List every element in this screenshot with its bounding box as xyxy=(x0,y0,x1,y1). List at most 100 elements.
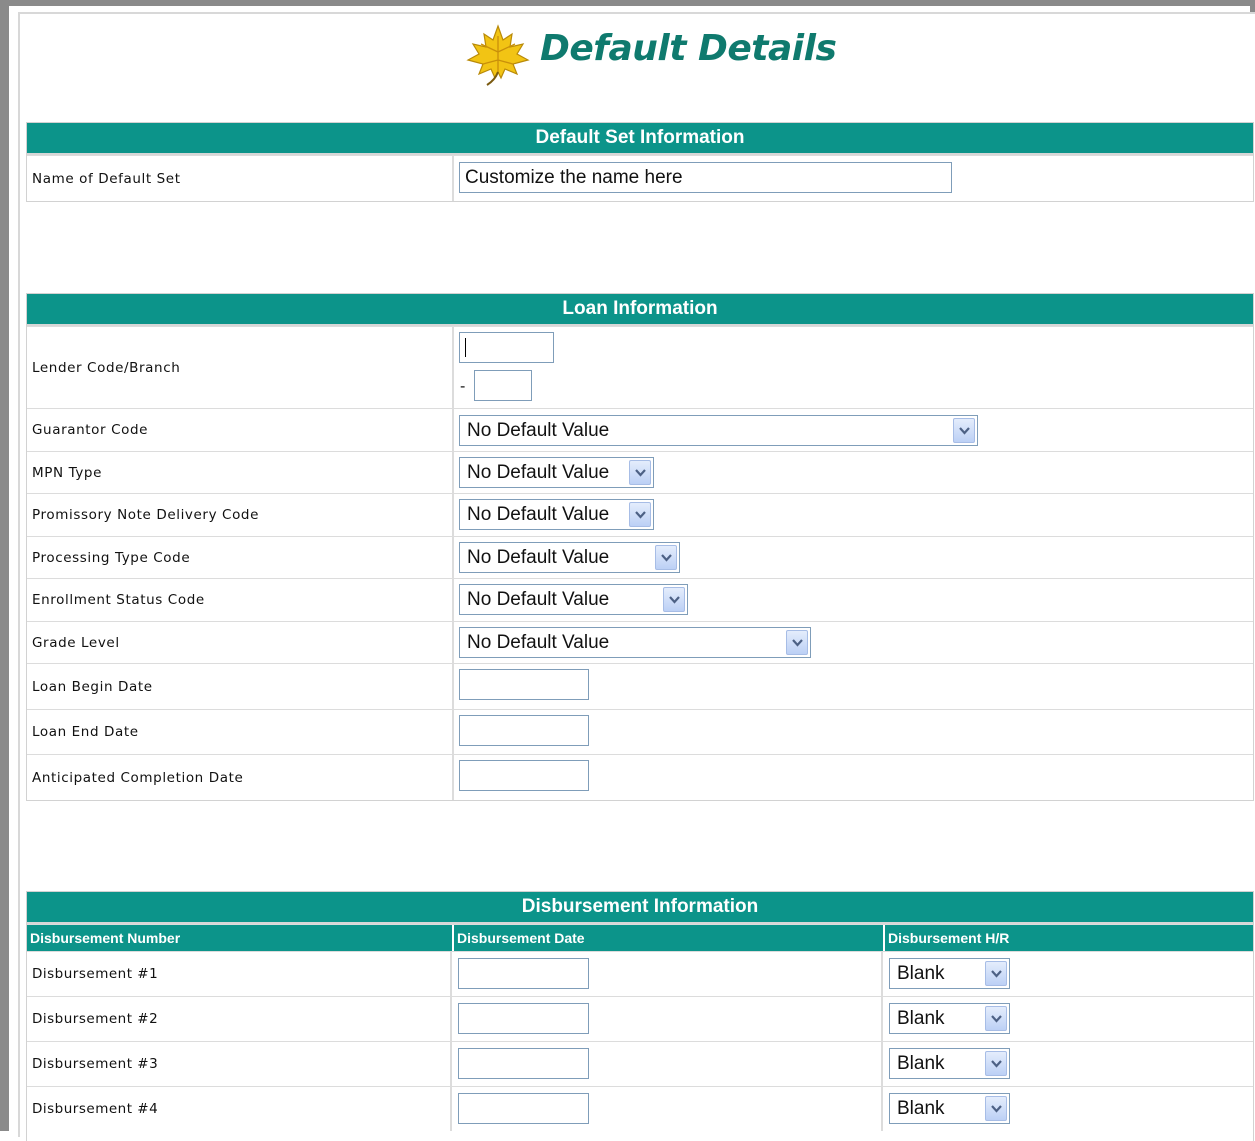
chevron-down-icon[interactable] xyxy=(786,630,808,655)
guarantor-code-row: Guarantor Code No Default Value xyxy=(27,408,1253,451)
disbursement-date-input[interactable] xyxy=(458,1003,589,1034)
loan-begin-date-label: Loan Begin Date xyxy=(27,664,454,709)
disbursement-row: Disbursement #4 Blank xyxy=(27,1086,1253,1131)
disbursement-hr-cell: Blank xyxy=(885,997,1253,1041)
processing-type-select[interactable]: No Default Value xyxy=(459,542,680,573)
loan-info-table: Loan Information Lender Code/Branch - Gu… xyxy=(26,293,1254,801)
chevron-down-icon[interactable] xyxy=(985,1006,1007,1031)
loan-end-date-row: Loan End Date xyxy=(27,709,1253,754)
completion-date-cell xyxy=(456,755,1253,800)
grade-level-cell: No Default Value xyxy=(456,622,1253,663)
col-disbursement-date: Disbursement Date xyxy=(454,925,883,951)
chevron-down-icon[interactable] xyxy=(629,502,651,527)
disbursement-number: Disbursement #1 xyxy=(27,952,452,996)
disbursement-date-cell xyxy=(454,952,883,996)
completion-date-row: Anticipated Completion Date xyxy=(27,754,1253,800)
loan-begin-date-row: Loan Begin Date xyxy=(27,663,1253,709)
disbursement-number: Disbursement #3 xyxy=(27,1042,452,1086)
branch-input[interactable] xyxy=(474,370,532,401)
disbursement-row: Disbursement #3 Blank xyxy=(27,1041,1253,1086)
disbursement-hr-value: Blank xyxy=(897,1053,945,1074)
disbursement-heading: Disbursement Information xyxy=(27,892,1253,924)
processing-type-value: No Default Value xyxy=(467,547,610,568)
chevron-down-icon[interactable] xyxy=(985,1051,1007,1076)
disbursement-hr-select[interactable]: Blank xyxy=(889,958,1010,989)
processing-type-label: Processing Type Code xyxy=(27,537,454,578)
chevron-down-icon[interactable] xyxy=(655,545,677,570)
disbursement-date-cell xyxy=(454,997,883,1041)
enrollment-status-row: Enrollment Status Code No Default Value xyxy=(27,578,1253,621)
window-frame: Default Details Default Set Information … xyxy=(0,0,1255,1141)
mpn-type-select[interactable]: No Default Value xyxy=(459,457,654,488)
chevron-down-icon[interactable] xyxy=(663,587,685,612)
disbursement-hr-select[interactable]: Blank xyxy=(889,1093,1010,1124)
promissory-note-select[interactable]: No Default Value xyxy=(459,499,654,530)
enrollment-status-cell: No Default Value xyxy=(456,579,1253,621)
lender-code-row: Lender Code/Branch - xyxy=(27,326,1253,408)
disbursement-hr-value: Blank xyxy=(897,1098,945,1119)
guarantor-code-label: Guarantor Code xyxy=(27,409,454,451)
grade-level-value: No Default Value xyxy=(467,632,610,653)
disbursement-hr-value: Blank xyxy=(897,963,945,984)
lender-code-input[interactable] xyxy=(459,332,554,363)
loan-begin-date-input[interactable] xyxy=(459,669,589,700)
enrollment-status-label: Enrollment Status Code xyxy=(27,579,454,621)
promissory-note-row: Promissory Note Delivery Code No Default… xyxy=(27,493,1253,536)
grade-level-select[interactable]: No Default Value xyxy=(459,627,811,658)
disbursement-hr-select[interactable]: Blank xyxy=(889,1003,1010,1034)
chevron-down-icon[interactable] xyxy=(953,418,975,443)
mpn-type-cell: No Default Value xyxy=(456,452,1253,493)
default-set-heading: Default Set Information xyxy=(27,123,1253,155)
disbursement-hr-value: Blank xyxy=(897,1008,945,1029)
enrollment-status-select[interactable]: No Default Value xyxy=(459,584,688,615)
disbursement-date-input[interactable] xyxy=(458,1093,589,1124)
col-disbursement-number: Disbursement Number xyxy=(27,925,452,951)
processing-type-row: Processing Type Code No Default Value xyxy=(27,536,1253,578)
loan-begin-date-cell xyxy=(456,664,1253,709)
disbursement-date-input[interactable] xyxy=(458,1048,589,1079)
chevron-down-icon[interactable] xyxy=(985,961,1007,986)
guarantor-code-cell: No Default Value xyxy=(456,409,1253,451)
completion-date-input[interactable] xyxy=(459,760,589,791)
mpn-type-label: MPN Type xyxy=(27,452,454,493)
chevron-down-icon[interactable] xyxy=(985,1096,1007,1121)
grade-level-label: Grade Level xyxy=(27,622,454,663)
promissory-note-label: Promissory Note Delivery Code xyxy=(27,494,454,536)
guarantor-code-value: No Default Value xyxy=(467,420,610,441)
promissory-note-value: No Default Value xyxy=(467,504,610,525)
disbursement-hr-select[interactable]: Blank xyxy=(889,1048,1010,1079)
enrollment-status-value: No Default Value xyxy=(467,589,610,610)
guarantor-code-select[interactable]: No Default Value xyxy=(459,415,978,446)
page-header: Default Details xyxy=(20,14,1255,114)
loan-end-date-label: Loan End Date xyxy=(27,710,454,754)
mpn-type-row: MPN Type No Default Value xyxy=(27,451,1253,493)
default-set-name-row: Name of Default Set Customize the name h… xyxy=(27,155,1253,201)
disbursement-hr-cell: Blank xyxy=(885,952,1253,996)
disbursement-table: Disbursement Information Disbursement Nu… xyxy=(26,891,1254,1141)
page-content: Default Details Default Set Information … xyxy=(18,12,1255,1141)
disbursement-hr-cell: Blank xyxy=(885,1087,1253,1131)
branch-separator: - xyxy=(460,378,466,395)
default-set-table: Default Set Information Name of Default … xyxy=(26,122,1254,202)
default-set-name-label: Name of Default Set xyxy=(27,156,454,201)
default-set-name-input[interactable]: Customize the name here xyxy=(459,162,952,193)
disbursement-date-input[interactable] xyxy=(458,958,589,989)
disbursement-hr-cell: Blank xyxy=(885,1042,1253,1086)
disbursement-column-headers: Disbursement Number Disbursement Date Di… xyxy=(27,924,1253,951)
grade-level-row: Grade Level No Default Value xyxy=(27,621,1253,663)
loan-end-date-cell xyxy=(456,710,1253,754)
promissory-note-cell: No Default Value xyxy=(456,494,1253,536)
lender-code-label: Lender Code/Branch xyxy=(27,327,454,408)
chevron-down-icon[interactable] xyxy=(629,460,651,485)
page-title: Default Details xyxy=(540,28,837,69)
disbursement-date-cell xyxy=(454,1042,883,1086)
disbursement-number: Disbursement #4 xyxy=(27,1087,452,1131)
disbursement-row: Disbursement #1 Blank xyxy=(27,951,1253,996)
col-disbursement-hr: Disbursement H/R xyxy=(885,925,1253,951)
loan-end-date-input[interactable] xyxy=(459,715,589,746)
disbursement-date-cell xyxy=(454,1087,883,1131)
disbursement-number: Disbursement #2 xyxy=(27,997,452,1041)
text-cursor xyxy=(465,338,466,357)
lender-code-cell: - xyxy=(456,327,1253,408)
disbursement-row: Disbursement #2 Blank xyxy=(27,996,1253,1041)
